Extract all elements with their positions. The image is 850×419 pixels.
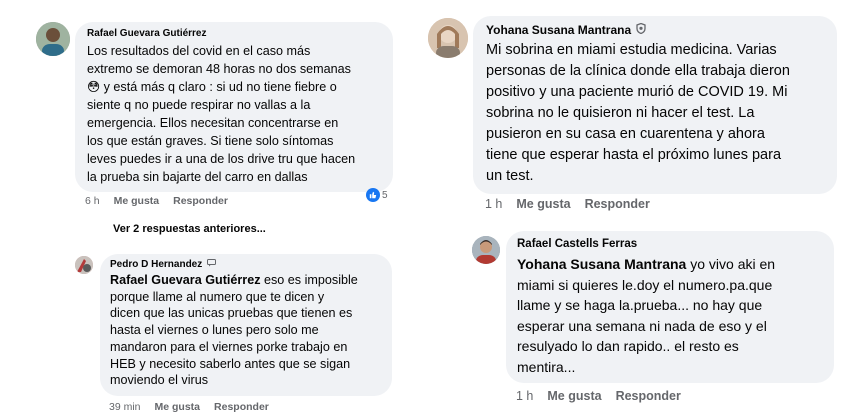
comment-bubble: Rafael Guevara Gutiérrez Los resultados … (75, 22, 393, 192)
like-button[interactable]: Me gusta (516, 197, 570, 211)
comment-author[interactable]: Rafael Castells Ferras (517, 238, 823, 250)
avatar[interactable] (36, 22, 70, 56)
like-button[interactable]: Me gusta (114, 195, 160, 207)
avatar[interactable] (472, 236, 500, 264)
thumbs-up-icon (366, 188, 380, 202)
avatar[interactable] (428, 18, 468, 58)
mention-link[interactable]: Yohana Susana Mantrana (517, 256, 686, 272)
comment-time[interactable]: 1 h (485, 197, 502, 211)
like-button[interactable]: Me gusta (547, 389, 601, 403)
author-name[interactable]: Yohana Susana Mantrana (486, 23, 631, 37)
comment-time[interactable]: 1 h (516, 389, 533, 403)
reply-button[interactable]: Responder (616, 389, 681, 403)
comment-author: Yohana Susana Mantrana (486, 22, 824, 37)
like-button[interactable]: Me gusta (155, 401, 201, 413)
comment-text: Los resultados del covid en el caso más … (87, 44, 356, 184)
shield-icon (636, 22, 646, 37)
author-name[interactable]: Pedro D Hernandez (110, 259, 202, 270)
comment-text: Mi sobrina en miami estudia medicina. Va… (486, 42, 790, 184)
reply-button[interactable]: Responder (173, 195, 228, 207)
comment-author[interactable]: Rafael Guevara Gutiérrez (87, 28, 381, 39)
reaction-number: 5 (382, 189, 388, 201)
comment-bubble: Yohana Susana Mantrana Mi sobrina en mia… (473, 16, 837, 194)
comment-time[interactable]: 39 min (109, 401, 141, 413)
avatar[interactable] (75, 256, 93, 274)
comment-time[interactable]: 6 h (85, 195, 100, 207)
comment-text: Rafael Guevara Gutiérrez eso es imposibl… (110, 273, 358, 388)
reply-button[interactable]: Responder (214, 401, 269, 413)
reply-button[interactable]: Responder (585, 197, 650, 211)
comment-bubble: Rafael Castells Ferras Yohana Susana Man… (506, 231, 834, 383)
comment-actions: 1 h Me gusta Responder (485, 197, 650, 211)
view-previous-replies-link[interactable]: Ver 2 respuestas anteriores... (113, 223, 266, 235)
reaction-count[interactable]: 5 (366, 188, 388, 202)
mention-link[interactable]: Rafael Guevara Gutiérrez (110, 273, 261, 287)
comment-author: Pedro D Hernandez (110, 259, 382, 270)
badge-icon (207, 259, 217, 270)
comment-bubble: Pedro D Hernandez Rafael Guevara Gutiérr… (100, 254, 392, 396)
comment-actions: 1 h Me gusta Responder (516, 389, 681, 403)
comment-actions: 39 min Me gusta Responder (109, 401, 269, 413)
comment-text: Yohana Susana Mantrana yo vivo aki en mi… (517, 256, 776, 375)
comment-actions: 6 h Me gusta Responder (85, 195, 228, 207)
